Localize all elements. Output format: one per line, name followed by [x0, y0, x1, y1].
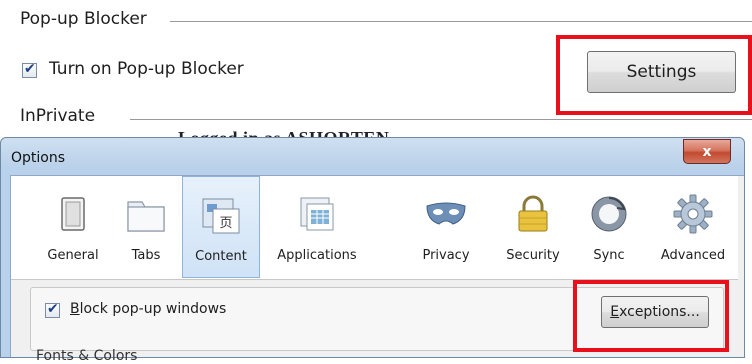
popup-blocker-checkbox-label: Turn on Pop-up Blocker — [49, 59, 244, 79]
highlight-box-settings — [556, 35, 752, 115]
block-popups-label: EBlock pop-up windows — [70, 301, 227, 317]
tab-sync[interactable]: Sync — [579, 176, 639, 278]
fonts-colors-section-title: Fonts & Colors — [36, 348, 138, 364]
popup-blocker-section-title: Pop-up Blocker — [20, 9, 157, 29]
content-icon: 页 — [202, 198, 240, 234]
tab-label: Content — [195, 249, 247, 264]
sync-icon — [591, 196, 627, 232]
close-icon: x — [702, 143, 712, 160]
block-popups-checkbox[interactable] — [45, 301, 60, 318]
section-divider — [170, 21, 752, 22]
tab-label: Security — [506, 248, 560, 263]
highlight-box-exceptions — [573, 280, 729, 352]
dialog-title: Options — [11, 150, 66, 166]
privacy-mask-icon — [426, 202, 466, 225]
ie-options-panel: Pop-up Blocker Turn on Pop-up Blocker Se… — [0, 0, 752, 130]
options-toolbar: General Tabs 页 Content Applications Priv… — [11, 176, 738, 280]
popup-blocker-checkbox[interactable] — [22, 61, 37, 78]
tabs-icon — [127, 201, 165, 232]
close-button[interactable]: x — [683, 139, 731, 164]
section-divider — [130, 119, 752, 120]
tab-label: Tabs — [131, 248, 161, 263]
tab-content[interactable]: 页 Content — [182, 176, 260, 278]
general-switch-icon — [61, 197, 85, 231]
security-padlock-icon — [518, 195, 548, 232]
tab-privacy[interactable]: Privacy — [408, 176, 484, 278]
tab-label: Privacy — [422, 248, 470, 263]
svg-text:页: 页 — [219, 216, 232, 231]
tab-security[interactable]: Security — [495, 176, 571, 278]
tab-general[interactable]: General — [39, 176, 107, 278]
tab-label: Advanced — [660, 248, 726, 263]
tab-advanced[interactable]: Advanced — [651, 176, 735, 278]
tab-label: Applications — [277, 248, 357, 263]
applications-icon — [300, 197, 334, 231]
inprivate-section-title: InPrivate — [20, 106, 106, 126]
advanced-gear-icon — [673, 194, 713, 234]
tab-label: Sync — [593, 248, 625, 263]
tab-label: General — [47, 248, 99, 263]
tab-tabs[interactable]: Tabs — [113, 176, 179, 278]
tab-applications[interactable]: Applications — [264, 176, 370, 278]
